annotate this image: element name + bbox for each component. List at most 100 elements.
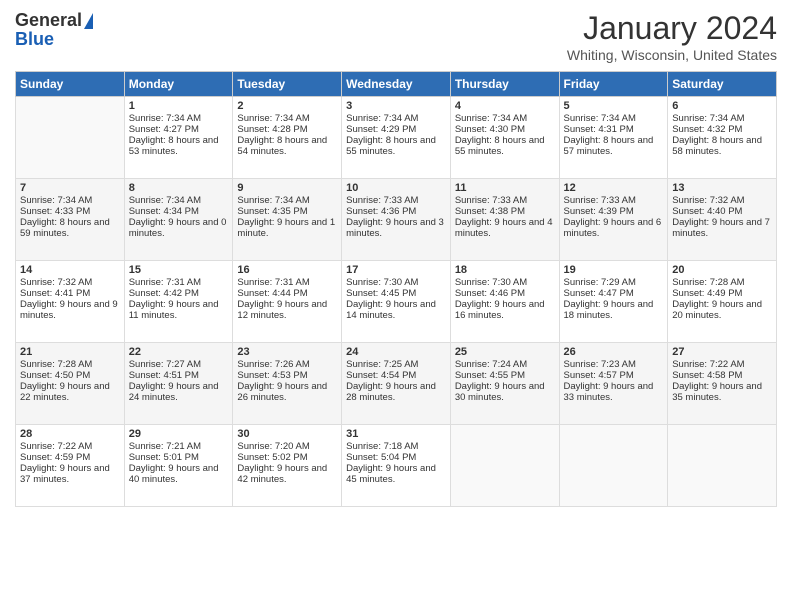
sunrise-text: Sunrise: 7:25 AM xyxy=(346,359,446,370)
table-row: 15Sunrise: 7:31 AMSunset: 4:42 PMDayligh… xyxy=(124,261,233,343)
sunset-text: Sunset: 4:58 PM xyxy=(672,370,772,381)
day-number: 3 xyxy=(346,100,446,112)
sunrise-text: Sunrise: 7:31 AM xyxy=(237,277,337,288)
daylight-text: Daylight: 9 hours and 16 minutes. xyxy=(455,299,555,321)
table-row: 3Sunrise: 7:34 AMSunset: 4:29 PMDaylight… xyxy=(342,97,451,179)
table-row xyxy=(450,425,559,507)
table-row: 29Sunrise: 7:21 AMSunset: 5:01 PMDayligh… xyxy=(124,425,233,507)
sunrise-text: Sunrise: 7:26 AM xyxy=(237,359,337,370)
day-number: 23 xyxy=(237,346,337,358)
table-row: 28Sunrise: 7:22 AMSunset: 4:59 PMDayligh… xyxy=(16,425,125,507)
calendar-week-row: 28Sunrise: 7:22 AMSunset: 4:59 PMDayligh… xyxy=(16,425,777,507)
sunrise-text: Sunrise: 7:34 AM xyxy=(237,113,337,124)
sunset-text: Sunset: 4:31 PM xyxy=(564,124,664,135)
daylight-text: Daylight: 9 hours and 42 minutes. xyxy=(237,463,337,485)
daylight-text: Daylight: 9 hours and 4 minutes. xyxy=(455,217,555,239)
day-number: 19 xyxy=(564,264,664,276)
table-row: 1Sunrise: 7:34 AMSunset: 4:27 PMDaylight… xyxy=(124,97,233,179)
daylight-text: Daylight: 8 hours and 53 minutes. xyxy=(129,135,229,157)
sunset-text: Sunset: 4:39 PM xyxy=(564,206,664,217)
sunset-text: Sunset: 5:01 PM xyxy=(129,452,229,463)
daylight-text: Daylight: 8 hours and 59 minutes. xyxy=(20,217,120,239)
sunrise-text: Sunrise: 7:22 AM xyxy=(20,441,120,452)
table-row: 10Sunrise: 7:33 AMSunset: 4:36 PMDayligh… xyxy=(342,179,451,261)
day-number: 22 xyxy=(129,346,229,358)
sunset-text: Sunset: 4:51 PM xyxy=(129,370,229,381)
day-number: 13 xyxy=(672,182,772,194)
day-number: 29 xyxy=(129,428,229,440)
sunset-text: Sunset: 4:28 PM xyxy=(237,124,337,135)
sunrise-text: Sunrise: 7:33 AM xyxy=(564,195,664,206)
day-number: 26 xyxy=(564,346,664,358)
month-year: January 2024 xyxy=(567,10,777,47)
sunset-text: Sunset: 4:29 PM xyxy=(346,124,446,135)
main-container: General Blue January 2024 Whiting, Wisco… xyxy=(0,0,792,512)
day-number: 25 xyxy=(455,346,555,358)
table-row: 16Sunrise: 7:31 AMSunset: 4:44 PMDayligh… xyxy=(233,261,342,343)
daylight-text: Daylight: 9 hours and 11 minutes. xyxy=(129,299,229,321)
sunset-text: Sunset: 4:40 PM xyxy=(672,206,772,217)
table-row: 6Sunrise: 7:34 AMSunset: 4:32 PMDaylight… xyxy=(668,97,777,179)
daylight-text: Daylight: 9 hours and 30 minutes. xyxy=(455,381,555,403)
sunrise-text: Sunrise: 7:28 AM xyxy=(672,277,772,288)
table-row: 22Sunrise: 7:27 AMSunset: 4:51 PMDayligh… xyxy=(124,343,233,425)
table-row: 17Sunrise: 7:30 AMSunset: 4:45 PMDayligh… xyxy=(342,261,451,343)
daylight-text: Daylight: 9 hours and 40 minutes. xyxy=(129,463,229,485)
day-number: 14 xyxy=(20,264,120,276)
day-number: 28 xyxy=(20,428,120,440)
logo-blue: Blue xyxy=(15,29,54,50)
daylight-text: Daylight: 9 hours and 12 minutes. xyxy=(237,299,337,321)
sunrise-text: Sunrise: 7:31 AM xyxy=(129,277,229,288)
daylight-text: Daylight: 9 hours and 20 minutes. xyxy=(672,299,772,321)
daylight-text: Daylight: 9 hours and 0 minutes. xyxy=(129,217,229,239)
sunrise-text: Sunrise: 7:21 AM xyxy=(129,441,229,452)
sunrise-text: Sunrise: 7:34 AM xyxy=(346,113,446,124)
day-number: 18 xyxy=(455,264,555,276)
daylight-text: Daylight: 8 hours and 55 minutes. xyxy=(346,135,446,157)
sunrise-text: Sunrise: 7:34 AM xyxy=(564,113,664,124)
table-row: 2Sunrise: 7:34 AMSunset: 4:28 PMDaylight… xyxy=(233,97,342,179)
daylight-text: Daylight: 9 hours and 6 minutes. xyxy=(564,217,664,239)
sunrise-text: Sunrise: 7:34 AM xyxy=(129,195,229,206)
daylight-text: Daylight: 9 hours and 18 minutes. xyxy=(564,299,664,321)
table-row: 9Sunrise: 7:34 AMSunset: 4:35 PMDaylight… xyxy=(233,179,342,261)
table-row xyxy=(668,425,777,507)
sunset-text: Sunset: 4:53 PM xyxy=(237,370,337,381)
day-number: 8 xyxy=(129,182,229,194)
sunrise-text: Sunrise: 7:34 AM xyxy=(455,113,555,124)
sunrise-text: Sunrise: 7:22 AM xyxy=(672,359,772,370)
daylight-text: Daylight: 9 hours and 22 minutes. xyxy=(20,381,120,403)
sunset-text: Sunset: 4:30 PM xyxy=(455,124,555,135)
table-row: 31Sunrise: 7:18 AMSunset: 5:04 PMDayligh… xyxy=(342,425,451,507)
logo-triangle-icon xyxy=(84,13,93,29)
daylight-text: Daylight: 9 hours and 7 minutes. xyxy=(672,217,772,239)
sunset-text: Sunset: 4:32 PM xyxy=(672,124,772,135)
table-row: 24Sunrise: 7:25 AMSunset: 4:54 PMDayligh… xyxy=(342,343,451,425)
daylight-text: Daylight: 9 hours and 3 minutes. xyxy=(346,217,446,239)
day-number: 1 xyxy=(129,100,229,112)
calendar-table: Sunday Monday Tuesday Wednesday Thursday… xyxy=(15,71,777,507)
sunset-text: Sunset: 4:38 PM xyxy=(455,206,555,217)
calendar-week-row: 14Sunrise: 7:32 AMSunset: 4:41 PMDayligh… xyxy=(16,261,777,343)
sunset-text: Sunset: 4:27 PM xyxy=(129,124,229,135)
sunrise-text: Sunrise: 7:34 AM xyxy=(237,195,337,206)
daylight-text: Daylight: 9 hours and 1 minute. xyxy=(237,217,337,239)
table-row: 14Sunrise: 7:32 AMSunset: 4:41 PMDayligh… xyxy=(16,261,125,343)
daylight-text: Daylight: 9 hours and 9 minutes. xyxy=(20,299,120,321)
day-number: 4 xyxy=(455,100,555,112)
day-number: 30 xyxy=(237,428,337,440)
table-row: 27Sunrise: 7:22 AMSunset: 4:58 PMDayligh… xyxy=(668,343,777,425)
table-row xyxy=(559,425,668,507)
table-row: 18Sunrise: 7:30 AMSunset: 4:46 PMDayligh… xyxy=(450,261,559,343)
day-number: 31 xyxy=(346,428,446,440)
sunset-text: Sunset: 4:54 PM xyxy=(346,370,446,381)
day-number: 9 xyxy=(237,182,337,194)
table-row: 30Sunrise: 7:20 AMSunset: 5:02 PMDayligh… xyxy=(233,425,342,507)
sunset-text: Sunset: 4:55 PM xyxy=(455,370,555,381)
col-wednesday: Wednesday xyxy=(342,72,451,97)
title-block: January 2024 Whiting, Wisconsin, United … xyxy=(567,10,777,63)
sunrise-text: Sunrise: 7:32 AM xyxy=(672,195,772,206)
sunrise-text: Sunrise: 7:34 AM xyxy=(20,195,120,206)
logo: General Blue xyxy=(15,10,93,50)
sunrise-text: Sunrise: 7:30 AM xyxy=(455,277,555,288)
